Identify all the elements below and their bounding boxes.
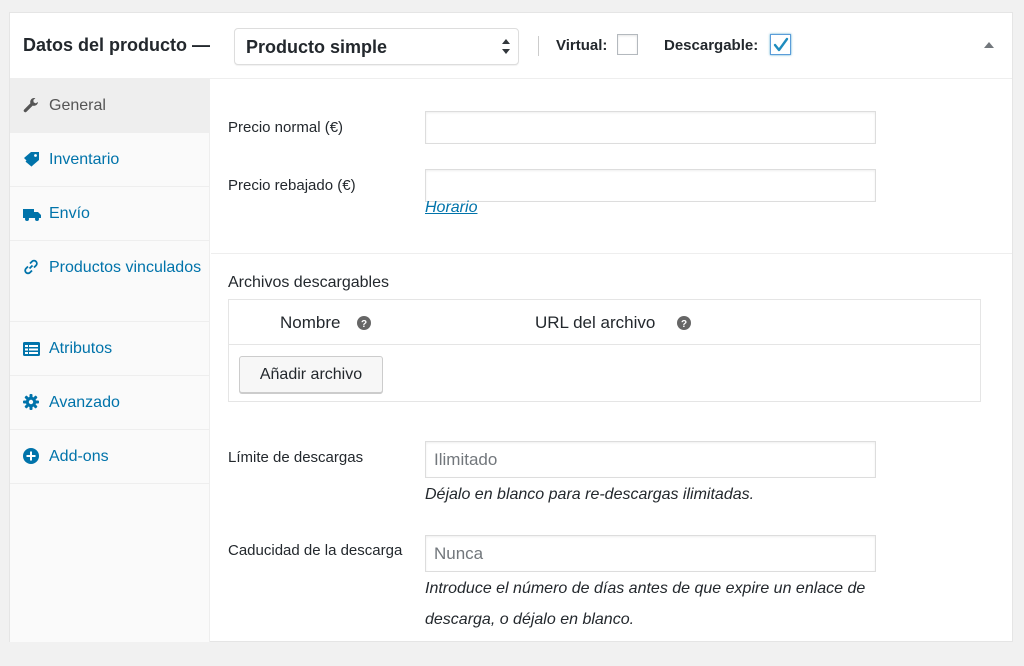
product-type-value: Producto simple bbox=[246, 37, 388, 57]
tab-shipping[interactable]: Envío bbox=[10, 187, 209, 241]
panel-title: Datos del producto — bbox=[23, 35, 211, 55]
header-divider bbox=[538, 36, 539, 56]
tab-inventory-label: Inventario bbox=[49, 151, 120, 168]
downloadable-checkbox[interactable] bbox=[770, 34, 791, 55]
column-name: Nombre bbox=[280, 313, 341, 332]
virtual-checkbox[interactable] bbox=[617, 34, 638, 55]
general-tab-panel: Precio normal (€) Precio rebajado (€) Ho… bbox=[211, 79, 1012, 642]
downloadable-label: Descargable: bbox=[664, 37, 759, 54]
tag-icon bbox=[23, 149, 43, 176]
gear-icon bbox=[23, 392, 43, 419]
tab-addons-label: Add-ons bbox=[49, 448, 109, 465]
download-limit-label: Límite de descargas bbox=[228, 449, 364, 466]
list-icon bbox=[23, 338, 43, 365]
help-icon[interactable]: ? bbox=[357, 316, 371, 330]
tab-general-label: General bbox=[49, 97, 106, 114]
download-expiry-hint-line1: Introduce el número de días antes de que… bbox=[425, 580, 866, 597]
plus-circle-icon bbox=[23, 446, 43, 473]
tab-addons[interactable]: Add-ons bbox=[10, 430, 209, 484]
sale-price-input[interactable] bbox=[425, 169, 876, 202]
download-expiry-hint-line2: descarga, o déjalo en blanco. bbox=[425, 611, 635, 628]
help-icon[interactable]: ? bbox=[677, 316, 691, 330]
tab-linked-products[interactable]: Productos vinculados bbox=[10, 241, 209, 322]
tab-linked-products-label: Productos vinculados bbox=[49, 259, 202, 276]
section-divider bbox=[211, 253, 1012, 254]
regular-price-label: Precio normal (€) bbox=[228, 119, 344, 136]
tab-advanced[interactable]: Avanzado bbox=[10, 376, 209, 430]
tab-attributes-label: Atributos bbox=[49, 340, 113, 357]
truck-icon bbox=[23, 203, 43, 230]
download-expiry-label: Caducidad de la descarga bbox=[228, 542, 403, 559]
product-data-header: Datos del producto — Producto simple Vir… bbox=[10, 13, 1012, 79]
product-data-panel: Datos del producto — Producto simple Vir… bbox=[9, 12, 1013, 642]
add-file-button[interactable]: Añadir archivo bbox=[239, 356, 383, 393]
download-expiry-input[interactable] bbox=[425, 535, 876, 572]
downloadable-files-header: Nombre ? URL del archivo ? bbox=[229, 300, 980, 345]
svg-text:?: ? bbox=[681, 319, 687, 330]
collapse-toggle-icon[interactable] bbox=[983, 40, 995, 49]
downloadable-files-title: Archivos descargables bbox=[228, 274, 389, 291]
tab-advanced-label: Avanzado bbox=[49, 394, 120, 411]
tab-inventory[interactable]: Inventario bbox=[10, 133, 209, 187]
product-data-tabs: General Inventario Envío Productos vincu… bbox=[10, 79, 210, 642]
download-limit-input[interactable] bbox=[425, 441, 876, 478]
column-file-url: URL del archivo bbox=[535, 313, 656, 332]
checkmark-icon bbox=[773, 37, 789, 52]
wrench-icon bbox=[23, 95, 43, 122]
product-type-select[interactable]: Producto simple bbox=[234, 28, 519, 65]
tab-attributes[interactable]: Atributos bbox=[10, 322, 209, 376]
sale-price-label: Precio rebajado (€) bbox=[228, 177, 356, 194]
tab-general[interactable]: General bbox=[10, 79, 209, 133]
tab-shipping-label: Envío bbox=[49, 205, 90, 222]
svg-text:?: ? bbox=[361, 319, 367, 330]
downloadable-files-table: Nombre ? URL del archivo ? Añadir archiv… bbox=[228, 299, 981, 402]
download-limit-hint: Déjalo en blanco para re-descargas ilimi… bbox=[425, 486, 755, 503]
link-icon bbox=[23, 257, 43, 284]
virtual-label: Virtual: bbox=[556, 37, 608, 54]
regular-price-input[interactable] bbox=[425, 111, 876, 144]
schedule-link[interactable]: Horario bbox=[425, 199, 477, 217]
select-arrows-icon bbox=[502, 39, 510, 54]
